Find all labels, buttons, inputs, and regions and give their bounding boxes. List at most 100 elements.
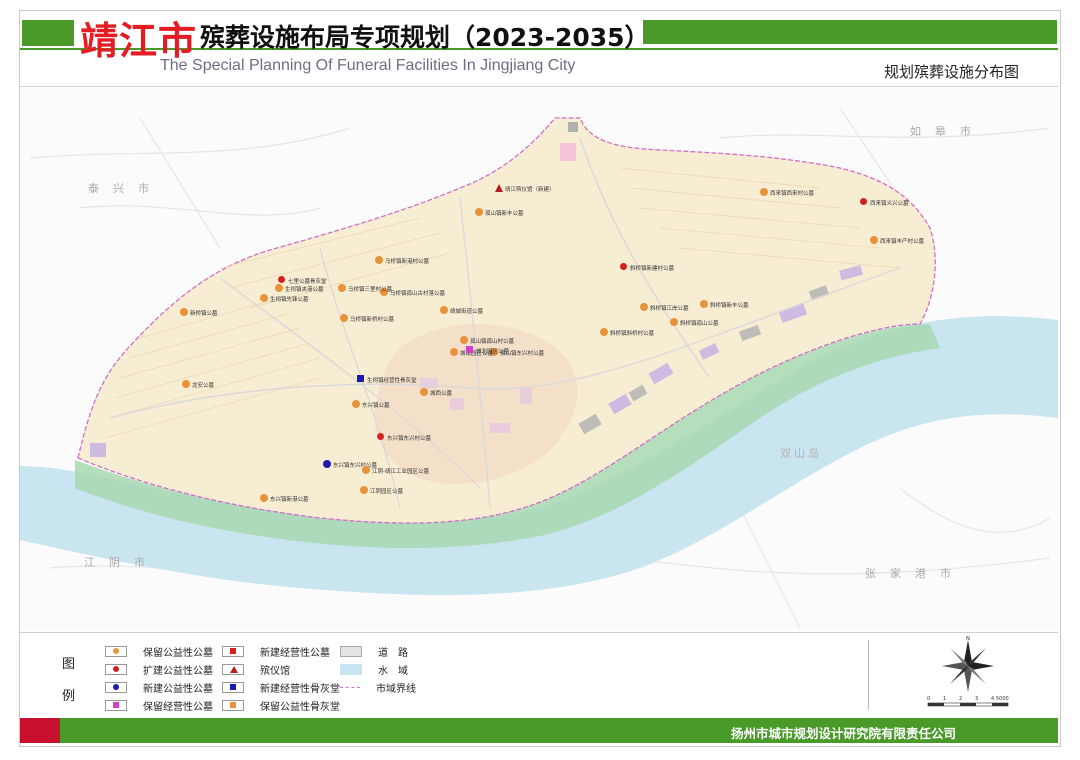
legend-swatch (105, 663, 127, 675)
legend-label: 保留公益性骨灰堂 (260, 701, 340, 713)
compass-rose-icon: N (942, 636, 994, 692)
neighbor-label-jiangyin: 江阴市 (84, 556, 159, 569)
facility-marker-retained-public[interactable] (182, 380, 190, 388)
facility-label: 马桥镇三里村公墓 (348, 287, 393, 293)
facility-marker-retained-public[interactable] (260, 294, 268, 302)
facility-label: 东兴镇东兴村公墓 (387, 436, 432, 442)
neighbor-label-zhangjiagang: 张家港市 (865, 567, 965, 580)
facility-marker-retained-public[interactable] (375, 256, 383, 264)
facility-marker-retained-public[interactable] (420, 388, 428, 396)
facility-marker-retained-public[interactable] (460, 336, 468, 344)
facility-label: 靖城街道公墓 (450, 309, 484, 315)
facility-marker-retained-public[interactable] (275, 284, 283, 292)
map-canvas[interactable]: 泰兴市 如皋市 江阴市 张家港市 双山岛 孤山镇新丰公墓 靖江殡仪馆（新建） 马桥镇… (20, 88, 1058, 630)
legend-title-char-2: 例 (62, 689, 76, 704)
scale-label: 0 (927, 696, 931, 702)
legend-swatch (105, 645, 127, 657)
facility-label: 斜桥镇斜桥村公墓 (610, 331, 655, 337)
facility-label: 生祠镇夹港公墓 (285, 287, 324, 293)
facility-label: 西来镇西来村公墓 (770, 191, 815, 197)
facility-marker-retained-public[interactable] (475, 208, 483, 216)
footer-red-block (20, 718, 60, 743)
facility-marker-retained-public[interactable] (640, 303, 648, 311)
facility-marker-retained-public[interactable] (670, 318, 678, 326)
legend-swatch (222, 699, 244, 711)
legend-item-retained-operating: 保留经营性公墓 (105, 698, 213, 713)
facility-label: 生祠镇经营性骨灰堂 (367, 378, 417, 384)
facility-marker-expand-public[interactable] (620, 263, 627, 270)
legend-swatch (222, 645, 244, 657)
legend-item-funeral-home: 殡仪馆 (222, 662, 290, 677)
facility-label: 靖江殡仪馆（新建） (505, 187, 555, 193)
facility-label: 城西公墓 (430, 391, 453, 397)
legend-item-new-public: 新建公益性公墓 (105, 680, 213, 695)
facility-label: 马桥镇新港村公墓 (385, 259, 430, 265)
facility-marker-retained-public[interactable] (340, 314, 348, 322)
scale-label: 5000 (996, 696, 1009, 702)
facility-label: 江阴园区公墓 (370, 489, 404, 495)
facility-marker-retained-public[interactable] (700, 300, 708, 308)
facility-marker-retained-public[interactable] (360, 486, 368, 494)
facility-marker-retained-public[interactable] (260, 494, 268, 502)
legend-swatch (340, 645, 362, 657)
legend-swatch (340, 663, 362, 675)
facility-marker-retained-public[interactable] (338, 284, 346, 292)
legend-label: 殡仪馆 (260, 665, 290, 677)
header-green-bar-left (22, 20, 74, 46)
legend-label: 道 路 (378, 647, 408, 659)
legend-swatch (340, 683, 360, 692)
legend-item-new-operating: 新建经营性公墓 (222, 644, 330, 659)
legend-item-retained-public: 保留公益性公墓 (105, 644, 213, 659)
neighbor-label-shuangshan: 双山岛 (780, 447, 822, 460)
facility-label: 新桥镇公墓 (190, 311, 218, 317)
facility-marker-retained-public[interactable] (362, 466, 370, 474)
scale-label: 2 (959, 696, 963, 702)
scale-bar (927, 702, 1009, 707)
facility-marker-expand-public[interactable] (860, 198, 867, 205)
map-subtitle: 规划殡葬设施分布图 (884, 63, 1020, 81)
facility-label: 龙安公墓 (192, 383, 215, 389)
facility-label: 马桥镇新桥村公墓 (350, 317, 395, 323)
scale-label: 1 (943, 696, 947, 702)
legend-item-new-operating-ash: 新建经营性骨灰堂 (222, 680, 340, 695)
facility-label: 七里公墓骨灰堂 (288, 279, 327, 285)
legend-item-water: 水 域 (340, 662, 408, 677)
legend-swatch (105, 699, 127, 711)
legend-label: 扩建公益性公墓 (143, 665, 213, 677)
legend-label: 新建经营性骨灰堂 (260, 683, 340, 695)
neighbor-label-rugao: 如皋市 (910, 125, 985, 138)
legend-label: 保留经营性公墓 (143, 701, 213, 713)
legend-swatch (222, 681, 244, 693)
facility-marker-expand-public[interactable] (377, 433, 384, 440)
legend-item-boundary: 市域界线 (340, 680, 416, 695)
facility-label: 东兴镇东兴村公墓 (333, 463, 378, 469)
facility-marker-retained-public[interactable] (352, 400, 360, 408)
facility-label: 生祠镇先锋公墓 (270, 297, 309, 303)
facility-marker-funeral-home[interactable] (495, 184, 503, 192)
facility-label: 孤山镇孤山村公墓 (470, 339, 515, 345)
scale-label: 3 (975, 696, 979, 702)
facility-marker-retained-public[interactable] (180, 308, 188, 316)
legend-swatch (105, 681, 127, 693)
facility-marker-expand-public[interactable] (278, 276, 285, 283)
facility-label: 马桥镇孤山古村落公墓 (390, 291, 446, 297)
facility-marker-retained-public[interactable] (440, 306, 448, 314)
facility-label: 西来镇丰产村公墓 (880, 239, 925, 245)
facility-marker-retained-public[interactable] (450, 348, 458, 356)
facility-marker-retained-operating[interactable] (466, 346, 473, 353)
title-english: The Special Planning Of Funeral Faciliti… (160, 57, 576, 74)
facility-marker-new-public[interactable] (323, 460, 331, 468)
legend-label: 新建公益性公墓 (143, 683, 213, 695)
facility-label: 斜桥镇新丰公墓 (710, 303, 749, 309)
title-main: 殡葬设施布局专项规划（2023-2035） (200, 23, 650, 52)
facility-label: 斜桥镇新建村公墓 (630, 266, 675, 272)
legend-title-char-1: 图 (62, 657, 76, 672)
facility-marker-new-operating-ash[interactable] (357, 375, 364, 382)
facility-label: 孤山镇新丰公墓 (485, 211, 524, 217)
facility-marker-retained-public[interactable] (870, 236, 878, 244)
footer-organization: 扬州市城市规划设计研究院有限责任公司 (731, 726, 957, 741)
facility-label: 江阴-靖江工业园区公墓 (372, 469, 429, 475)
facility-marker-retained-public[interactable] (760, 188, 768, 196)
neighbor-label-taixing: 泰兴市 (88, 182, 163, 195)
facility-marker-retained-public[interactable] (600, 328, 608, 336)
